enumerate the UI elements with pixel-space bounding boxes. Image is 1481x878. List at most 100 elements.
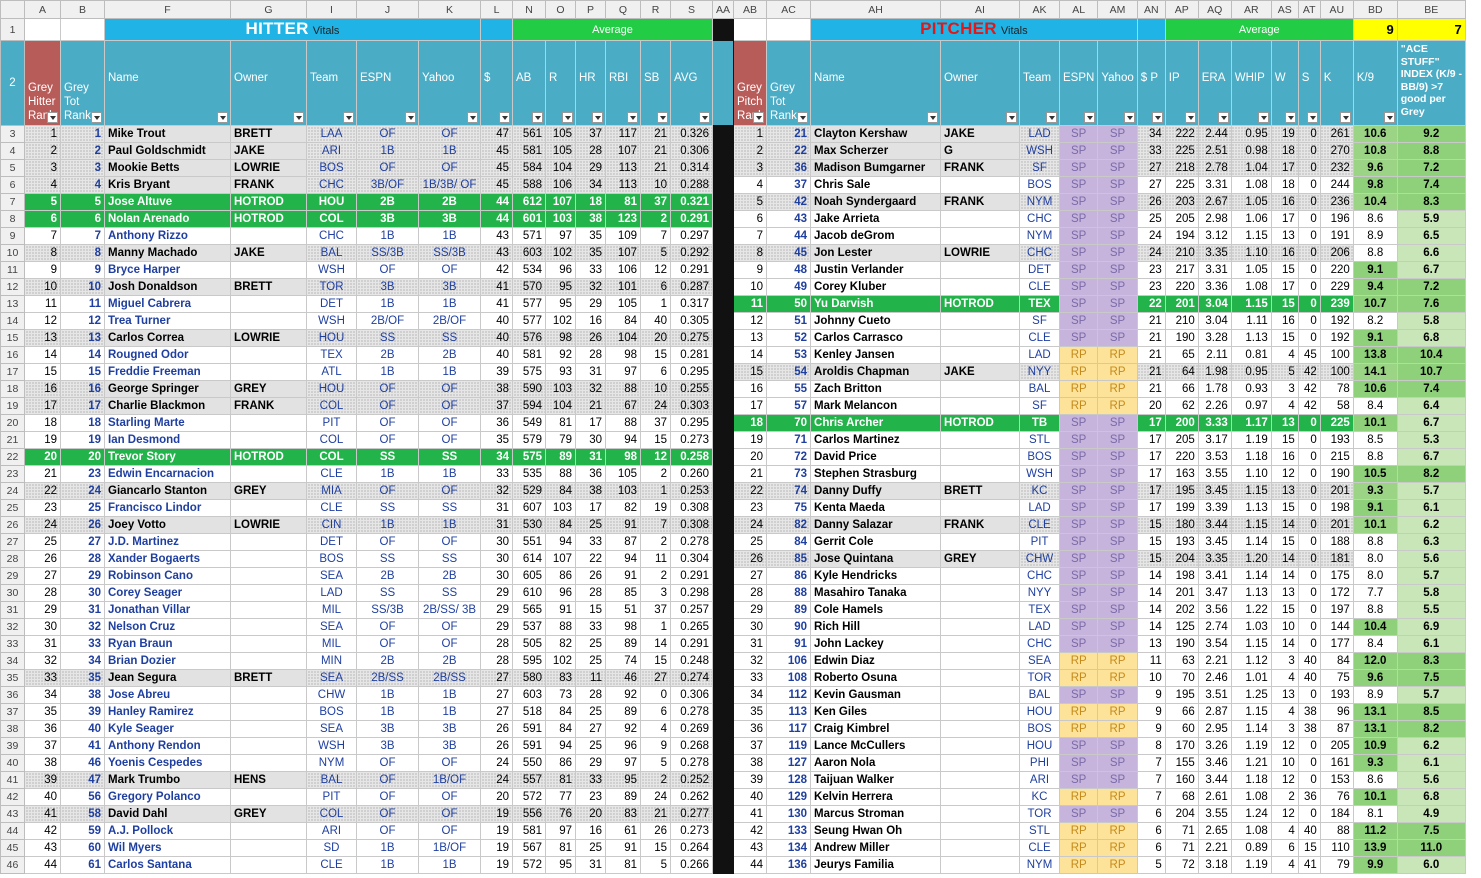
team[interactable]: CHC	[306, 227, 357, 245]
team[interactable]: CHW	[1019, 550, 1061, 568]
yahoo-position[interactable]: 1B/3B/ OF	[418, 176, 481, 194]
hitter-rank[interactable]: 9	[24, 261, 61, 279]
saves[interactable]: 0	[1297, 516, 1321, 534]
runs[interactable]: 97	[545, 822, 576, 840]
team[interactable]: ARI	[306, 822, 357, 840]
row-header[interactable]: 25	[0, 499, 25, 517]
team[interactable]: CLE	[1019, 839, 1061, 857]
espn-position[interactable]: OF	[356, 754, 419, 772]
row-header[interactable]: 46	[0, 856, 25, 874]
owner[interactable]	[940, 261, 1021, 279]
column-header-ak[interactable]: AK	[1019, 0, 1061, 19]
runs[interactable]: 98	[545, 329, 576, 347]
rbi[interactable]: 105	[605, 295, 641, 313]
yahoo-position[interactable]: SS	[418, 550, 481, 568]
innings-pitched[interactable]: 202	[1164, 601, 1199, 619]
total-rank[interactable]: 5	[60, 193, 105, 211]
filter-header-name[interactable]: Name	[104, 40, 231, 126]
team[interactable]: CHW	[306, 686, 357, 704]
team[interactable]: WSH	[1019, 465, 1061, 483]
filter-header-p-name[interactable]: Name	[810, 40, 942, 126]
whip[interactable]: 0.95	[1230, 363, 1272, 381]
ace-stuff-index[interactable]: 11.0	[1396, 839, 1466, 857]
wins[interactable]: 13	[1270, 414, 1299, 432]
total-rank[interactable]: 28	[60, 550, 105, 568]
yahoo-position[interactable]: SS	[418, 329, 481, 347]
total-rank[interactable]: 70	[766, 414, 812, 432]
pitcher-rank[interactable]: 29	[733, 601, 768, 619]
dollar-value[interactable]: 30	[480, 550, 513, 568]
saves[interactable]: 0	[1297, 193, 1321, 211]
stolen-bases[interactable]: 10	[640, 176, 671, 194]
dollar-value[interactable]: 15	[1136, 550, 1166, 568]
runs[interactable]: 73	[545, 686, 576, 704]
espn-position[interactable]: OF	[356, 533, 419, 551]
runs[interactable]: 102	[545, 244, 576, 262]
team[interactable]: WSH	[306, 261, 357, 279]
dollar-value[interactable]: 27	[480, 686, 513, 704]
pitcher-rank[interactable]: 25	[733, 533, 768, 551]
innings-pitched[interactable]: 205	[1164, 210, 1199, 228]
dollar-value[interactable]: 41	[480, 295, 513, 313]
innings-pitched[interactable]: 200	[1164, 414, 1199, 432]
owner[interactable]	[940, 686, 1021, 704]
owner[interactable]	[230, 431, 307, 449]
ace-stuff-index[interactable]: 8.2	[1396, 465, 1466, 483]
dollar-value[interactable]: 10	[1136, 669, 1166, 687]
dollar-value[interactable]: 7	[1136, 754, 1166, 772]
hitter-rank[interactable]: 23	[24, 499, 61, 517]
ace-stuff-index[interactable]: 6.8	[1396, 329, 1466, 347]
whip[interactable]: 1.15	[1230, 482, 1272, 500]
home-runs[interactable]: 32	[575, 278, 606, 296]
pitcher-rank[interactable]: 30	[733, 618, 768, 636]
owner[interactable]	[940, 567, 1021, 585]
total-rank[interactable]: 14	[60, 346, 105, 364]
espn-role[interactable]: RP	[1059, 703, 1099, 721]
espn-position[interactable]: OF	[356, 125, 419, 143]
player-name[interactable]: Jon Lester	[810, 244, 942, 262]
yahoo-role[interactable]: SP	[1097, 312, 1138, 330]
player-name[interactable]: Bryce Harper	[104, 261, 231, 279]
espn-position[interactable]: 2B/OF	[356, 312, 419, 330]
era[interactable]: 2.21	[1197, 652, 1232, 670]
total-rank[interactable]: 72	[766, 448, 812, 466]
batting-average[interactable]: 0.278	[670, 533, 713, 551]
pitcher-rank[interactable]: 27	[733, 567, 768, 585]
filter-dropdown-icon[interactable]	[627, 112, 638, 123]
era[interactable]: 3.55	[1197, 465, 1232, 483]
espn-position[interactable]: 3B	[356, 720, 419, 738]
yahoo-position[interactable]: OF	[418, 414, 481, 432]
column-header-ai[interactable]: AI	[940, 0, 1021, 19]
rbi[interactable]: 67	[605, 397, 641, 415]
runs[interactable]: 81	[545, 414, 576, 432]
total-rank[interactable]: 26	[60, 516, 105, 534]
stolen-bases[interactable]: 7	[640, 516, 671, 534]
player-name[interactable]: J.D. Martinez	[104, 533, 231, 551]
pitcher-rank[interactable]: 44	[733, 856, 768, 874]
row-header[interactable]: 8	[0, 210, 25, 228]
era[interactable]: 3.26	[1197, 737, 1232, 755]
hitter-rank[interactable]: 28	[24, 584, 61, 602]
dollar-value[interactable]: 21	[1136, 312, 1166, 330]
yahoo-role[interactable]: SP	[1097, 210, 1138, 228]
filter-header-avg[interactable]: AVG	[670, 40, 713, 126]
dollar-value[interactable]: 45	[480, 142, 513, 160]
batting-average[interactable]: 0.266	[670, 856, 713, 874]
owner[interactable]: GREY	[230, 482, 307, 500]
wins[interactable]: 14	[1270, 567, 1299, 585]
player-name[interactable]: Kyle Seager	[104, 720, 231, 738]
innings-pitched[interactable]: 195	[1164, 686, 1199, 704]
player-name[interactable]: Freddie Freeman	[104, 363, 231, 381]
ace-stuff-index[interactable]: 6.9	[1396, 618, 1466, 636]
espn-role[interactable]: SP	[1059, 482, 1099, 500]
player-name[interactable]: Danny Duffy	[810, 482, 942, 500]
whip[interactable]: 1.04	[1230, 159, 1272, 177]
dollar-value[interactable]: 24	[480, 754, 513, 772]
batting-average[interactable]: 0.278	[670, 754, 713, 772]
wins[interactable]: 6	[1270, 839, 1299, 857]
espn-role[interactable]: RP	[1059, 363, 1099, 381]
team[interactable]: NYY	[1019, 363, 1061, 381]
rbi[interactable]: 91	[605, 516, 641, 534]
column-header-ab[interactable]: AB	[733, 0, 768, 19]
saves[interactable]: 0	[1297, 159, 1321, 177]
